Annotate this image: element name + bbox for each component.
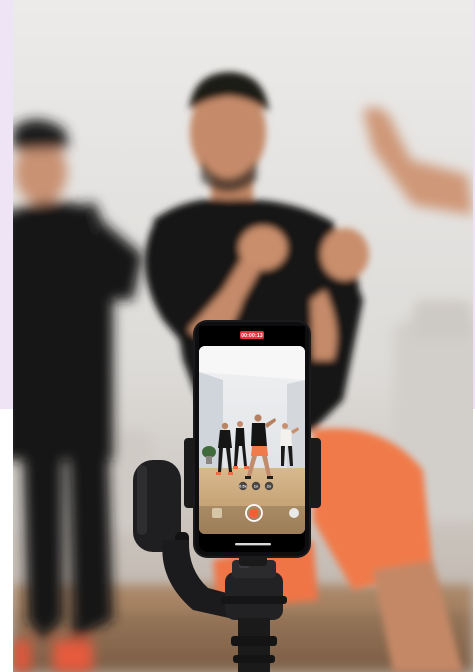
recording-timer-badge: 00:00:13 (240, 331, 264, 339)
zoom-selector[interactable]: 0.5x 1x 2x (238, 481, 274, 491)
recording-timer: 00:00:13 (241, 333, 263, 339)
stop-icon (250, 509, 258, 517)
home-indicator (235, 543, 271, 546)
gallery-thumbnail[interactable] (212, 508, 222, 518)
dance-recording-photo: 00:00:13 0.5x 1x 2x (13, 0, 473, 672)
left-accent-bar (0, 0, 13, 409)
zoom-option-1-label: 1x (254, 484, 259, 489)
zoom-option-0-5-label: 0.5x (239, 484, 248, 489)
stock-photo-page: 00:00:13 0.5x 1x 2x (0, 0, 475, 672)
smartphone: 00:00:13 0.5x 1x 2x (193, 320, 311, 558)
camera-flip-button[interactable] (289, 508, 299, 518)
zoom-option-2-label: 2x (267, 484, 272, 489)
